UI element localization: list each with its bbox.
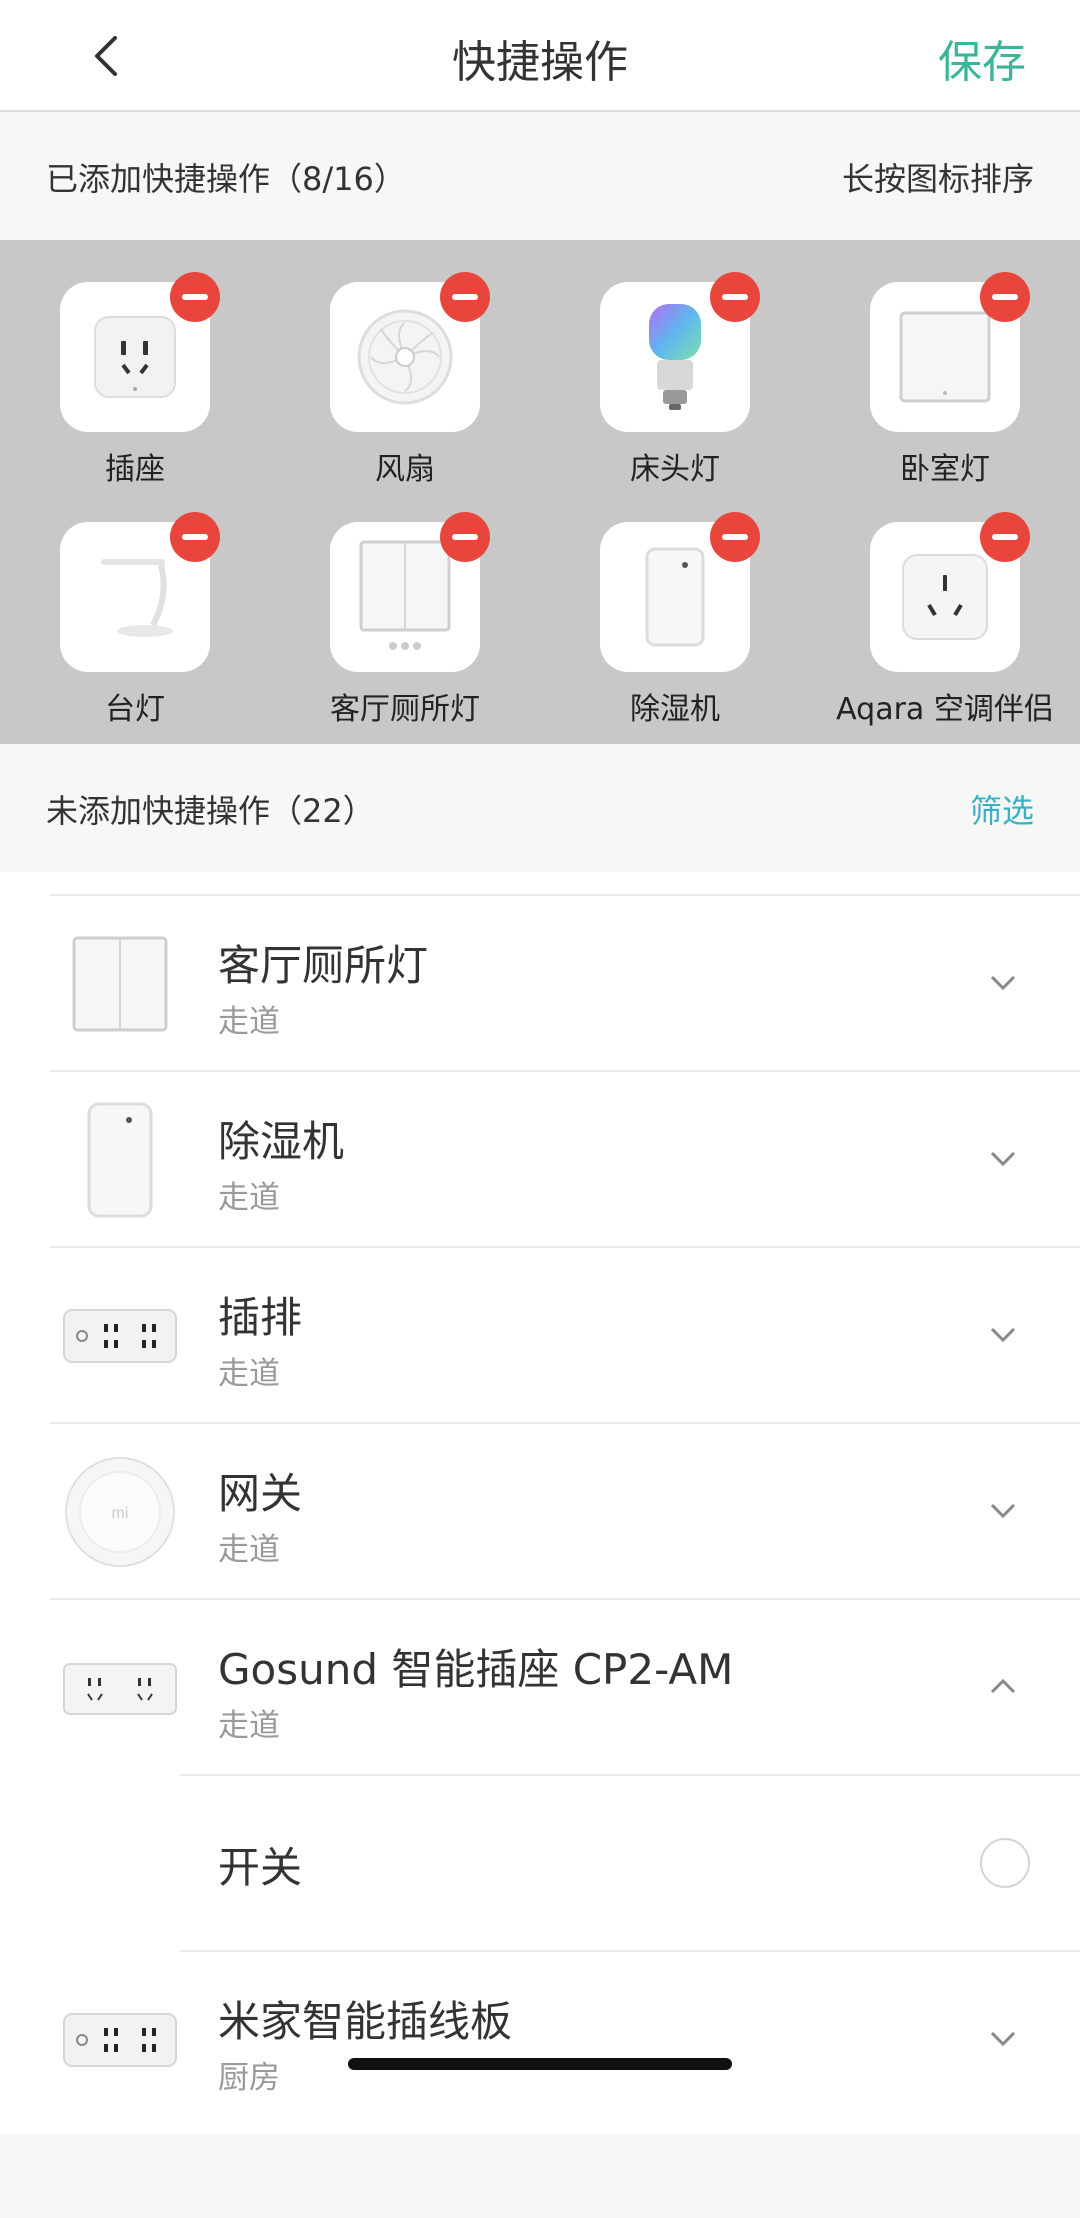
shortcut-tile[interactable]: 客厅厕所灯: [270, 480, 540, 727]
list-item[interactable]: Gosund 智能插座 CP2-AM 走道: [0, 1600, 1080, 1776]
list-item[interactable]: 客厅厕所灯 走道: [0, 896, 1080, 1072]
remove-button[interactable]: [440, 512, 490, 562]
remove-button[interactable]: [710, 512, 760, 562]
power-strip-icon: [60, 1980, 180, 2100]
remove-button[interactable]: [170, 272, 220, 322]
save-button[interactable]: 保存: [938, 26, 1026, 90]
chevron-down-icon[interactable]: [986, 1494, 1020, 1528]
home-indicator[interactable]: [348, 2058, 732, 2070]
remove-button[interactable]: [170, 512, 220, 562]
double-switch-icon: [60, 924, 180, 1044]
chevron-up-icon[interactable]: [986, 1670, 1020, 1704]
added-shortcuts-grid: 插座 风扇 床头灯 卧室灯 台灯 客厅厕所灯 除湿机 Aqara 空调伴侣: [0, 240, 1080, 744]
remove-button[interactable]: [980, 272, 1030, 322]
bottom-safe-area: [0, 2134, 1080, 2218]
device-name: 米家智能插线板: [218, 1997, 513, 2046]
action-label: 开关: [218, 1843, 303, 1892]
list-item[interactable]: 插排 走道: [0, 1248, 1080, 1424]
list-item[interactable]: mi 网关 走道: [0, 1424, 1080, 1600]
nav-header: 快捷操作 保存: [0, 0, 1080, 112]
shortcut-tile[interactable]: 插座: [0, 240, 270, 487]
device-room: 厨房: [218, 2060, 280, 2096]
added-section-header: 已添加快捷操作（8/16） 长按图标排序: [0, 112, 1080, 240]
shortcut-tile[interactable]: 卧室灯: [810, 240, 1080, 487]
tile-label: 台灯: [105, 692, 165, 727]
device-name: 客厅厕所灯: [218, 941, 429, 990]
device-room: 走道: [218, 1004, 280, 1040]
chevron-down-icon[interactable]: [986, 1318, 1020, 1352]
filter-button[interactable]: 筛选: [970, 786, 1034, 832]
device-name: 插排: [218, 1293, 303, 1342]
not-added-section-title: 未添加快捷操作（22）: [46, 792, 375, 830]
device-list: 客厅厕所灯 走道 除湿机 走道 插排 走道 mi 网关 走道 Gosund 智能…: [0, 872, 1080, 2134]
list-item[interactable]: 除湿机 走道: [0, 1072, 1080, 1248]
power-strip-icon: [60, 1276, 180, 1396]
svg-text:mi: mi: [112, 1505, 129, 1522]
not-added-section-header: 未添加快捷操作（22） 筛选: [0, 744, 1080, 872]
remove-button[interactable]: [980, 512, 1030, 562]
sort-hint: 长按图标排序: [841, 160, 1034, 198]
dehumidifier-icon: [60, 1100, 180, 1220]
chevron-down-icon[interactable]: [986, 966, 1020, 1000]
tile-label: 客厅厕所灯: [330, 692, 480, 727]
device-room: 走道: [218, 1180, 280, 1216]
shortcut-tile[interactable]: 风扇: [270, 240, 540, 487]
page-title: 快捷操作: [452, 37, 628, 88]
shortcut-tile[interactable]: Aqara 空调伴侣: [810, 480, 1080, 727]
tile-label: Aqara 空调伴侣: [836, 692, 1054, 727]
device-room: 走道: [218, 1708, 280, 1744]
tile-label: 除湿机: [630, 692, 720, 727]
shortcut-tile[interactable]: 除湿机: [540, 480, 810, 727]
chevron-down-icon[interactable]: [986, 2022, 1020, 2056]
smart-plug-icon: [60, 1628, 180, 1748]
chevron-down-icon[interactable]: [986, 1142, 1020, 1176]
shortcut-tile[interactable]: 台灯: [0, 480, 270, 727]
list-item[interactable]: 米家智能插线板 厨房: [0, 1952, 1080, 2128]
device-name: 除湿机: [218, 1117, 345, 1166]
remove-button[interactable]: [440, 272, 490, 322]
device-room: 走道: [218, 1532, 280, 1568]
device-room: 走道: [218, 1356, 280, 1392]
action-row-switch[interactable]: 开关: [0, 1776, 1080, 1952]
device-name: Gosund 智能插座 CP2-AM: [218, 1645, 734, 1694]
added-section-title: 已添加快捷操作（8/16）: [46, 160, 406, 198]
remove-button[interactable]: [710, 272, 760, 322]
shortcut-tile[interactable]: 床头灯: [540, 240, 810, 487]
gateway-icon: mi: [60, 1452, 180, 1572]
device-name: 网关: [218, 1469, 303, 1518]
select-radio[interactable]: [980, 1838, 1030, 1888]
